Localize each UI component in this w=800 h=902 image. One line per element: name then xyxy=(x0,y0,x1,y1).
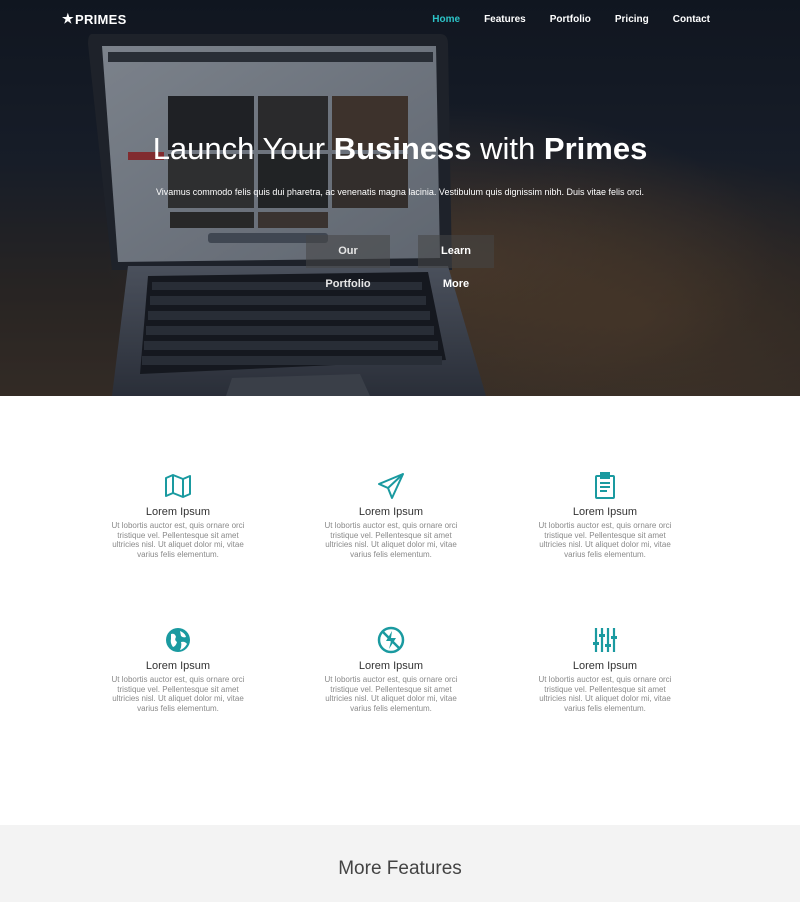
feature-item: Lorem Ipsum Ut lobortis auctor est, quis… xyxy=(316,625,466,713)
hero-title-part2: with xyxy=(471,131,544,166)
nav-link-portfolio[interactable]: Portfolio xyxy=(550,14,591,25)
hero-title-bold2: Primes xyxy=(543,131,648,166)
feature-title: Lorem Ipsum xyxy=(358,660,424,672)
feature-title: Lorem Ipsum xyxy=(572,660,638,672)
our-portfolio-button[interactable]: Our Portfolio xyxy=(306,235,390,290)
feature-text: Ut lobortis auctor est, quis ornare orci… xyxy=(111,521,245,559)
nav-link-contact[interactable]: Contact xyxy=(673,14,710,25)
more-features-section: More Features xyxy=(0,825,800,902)
brand-name: PRIMES xyxy=(74,11,127,27)
hero-title-bold1: Business xyxy=(333,131,472,166)
feature-item: Lorem Ipsum Ut lobortis auctor est, quis… xyxy=(316,471,466,559)
feature-text: Ut lobortis auctor est, quis ornare orci… xyxy=(538,675,672,713)
star-icon: ★ xyxy=(62,11,74,26)
feature-text: Ut lobortis auctor est, quis ornare orci… xyxy=(324,521,458,559)
navbar: ★ PRIMES Home Features Portfolio Pricing… xyxy=(0,0,800,40)
feature-text: Ut lobortis auctor est, quis ornare orci… xyxy=(324,675,458,713)
feature-title: Lorem Ipsum xyxy=(572,506,638,518)
hero-title-part1: Launch Your xyxy=(152,131,334,166)
main-nav: Home Features Portfolio Pricing Contact xyxy=(408,14,710,25)
feature-item: Lorem Ipsum Ut lobortis auctor est, quis… xyxy=(530,625,680,713)
brand-logo[interactable]: ★ PRIMES xyxy=(62,11,127,27)
feature-text: Ut lobortis auctor est, quis ornare orci… xyxy=(538,521,672,559)
feature-text: Ut lobortis auctor est, quis ornare orci… xyxy=(111,675,245,713)
hero-overlay xyxy=(0,0,800,396)
feature-item: Lorem Ipsum Ut lobortis auctor est, quis… xyxy=(103,625,253,713)
more-features-title: More Features xyxy=(338,858,462,879)
feature-item: Lorem Ipsum Ut lobortis auctor est, quis… xyxy=(103,471,253,559)
feature-title: Lorem Ipsum xyxy=(145,506,211,518)
hero-subtitle: Vivamus commodo felis quis dui pharetra,… xyxy=(155,187,645,197)
equalizer-icon xyxy=(593,628,617,652)
clipboard-icon xyxy=(595,472,615,499)
hero-title: Launch Your Business with Primes xyxy=(0,131,800,167)
no-lightning-icon xyxy=(377,626,405,654)
globe-icon xyxy=(166,628,190,652)
nav-link-home[interactable]: Home xyxy=(432,14,460,25)
features-section: Lorem Ipsum Ut lobortis auctor est, quis… xyxy=(0,396,800,825)
learn-more-button[interactable]: Learn More xyxy=(418,235,494,290)
hero-section: ★ PRIMES Home Features Portfolio Pricing… xyxy=(0,0,800,396)
feature-item: Lorem Ipsum Ut lobortis auctor est, quis… xyxy=(530,471,680,559)
feature-title: Lorem Ipsum xyxy=(145,660,211,672)
nav-link-features[interactable]: Features xyxy=(484,14,526,25)
feature-title: Lorem Ipsum xyxy=(358,506,424,518)
map-icon xyxy=(165,474,191,498)
nav-link-pricing[interactable]: Pricing xyxy=(615,14,649,25)
paper-plane-icon xyxy=(378,473,404,499)
